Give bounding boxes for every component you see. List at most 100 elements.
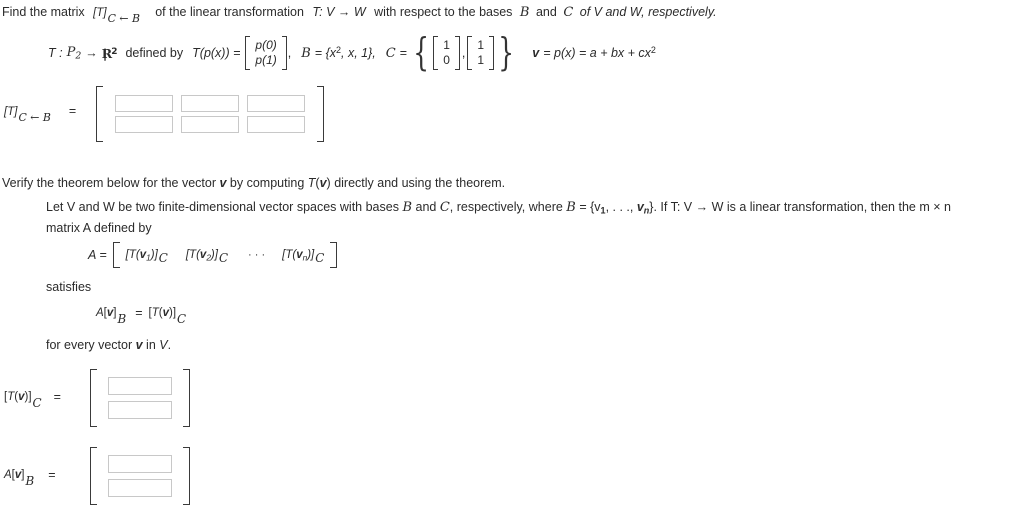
answer-matrix-3	[90, 447, 190, 505]
theorem-set-def: = {v1, . . ., vn}. If T: V → W is a line…	[579, 200, 951, 216]
matrix-row	[103, 398, 177, 422]
bracket-right-icon	[454, 36, 460, 70]
theorem-line-1: Let V and W be two finite-dimensional ve…	[46, 199, 951, 220]
answer3-equals: =	[48, 468, 56, 482]
answer1-cell-1-1[interactable]	[181, 116, 239, 133]
comma-1: ,	[287, 46, 292, 60]
c1-cell-0: 1	[443, 38, 450, 52]
matrix-row	[111, 114, 309, 135]
answer-matrix-1-row: [T]C ← B =	[4, 104, 77, 124]
tp-column-vector: p(0) p(1)	[245, 36, 287, 70]
identity-left-subscript: B	[117, 312, 127, 326]
prompt-text-1: Find the matrix	[2, 5, 85, 19]
answer2-cell-1[interactable]	[108, 401, 172, 419]
matrix-symbol-subscript: C ← B	[107, 12, 141, 25]
theorem-text-a: Let V and W be two finite-dimensional ve…	[46, 200, 399, 214]
bracket-left-icon	[96, 86, 103, 142]
answer-matrix-2	[90, 369, 190, 427]
map-label: T :	[48, 46, 63, 60]
v-definition: = p(x) = a + bx + cx2	[543, 45, 656, 61]
theorem-basis-c: C	[439, 200, 450, 215]
theorem-text-line2: matrix A defined by	[46, 221, 152, 235]
theorem-basis-b-2: B	[566, 200, 576, 215]
bracket-right-icon	[330, 242, 338, 268]
verify-text-a: Verify the theorem below for the vector	[2, 176, 216, 190]
answer2-cell-0[interactable]	[108, 377, 172, 395]
basis-c-label: C	[385, 45, 396, 61]
closing-text: for every vector v in V.	[46, 338, 172, 352]
given-definition-row: T : P2 → R | 2 defined by T(p(x)) = p(0)…	[48, 30, 656, 75]
identity-right: [T(v)]	[148, 307, 177, 319]
matrix-row	[103, 452, 177, 476]
tp-cell-1: p(1)	[255, 53, 277, 67]
prompt-and: and	[535, 5, 557, 19]
verify-tv: T(v)	[307, 176, 331, 190]
answer1-cell-0-1[interactable]	[181, 95, 239, 112]
theorem-identity: A[v] B = [T(v)] C	[96, 306, 186, 326]
formula-col-n: [T(vn)]C	[282, 249, 325, 266]
theorem-closing-line: for every vector v in V.	[46, 337, 171, 354]
t-of-p-label: T(p(x)) =	[192, 46, 241, 60]
formula-col-1: [T(v1)]C	[125, 249, 168, 266]
prompt-text-3: with respect to the bases	[374, 5, 513, 19]
verify-text-b: by computing	[229, 176, 305, 190]
bracket-right-icon	[183, 369, 190, 427]
theorem-line-2: matrix A defined by	[46, 220, 152, 237]
prompt-transform: T: V → W	[312, 5, 366, 19]
formula-dots: · · ·	[248, 249, 266, 261]
answer3-label: A[v]	[4, 469, 25, 481]
v-label: v	[532, 46, 540, 60]
matrix-row	[103, 476, 177, 500]
defined-by-label: defined by	[125, 46, 184, 60]
satisfies-text: satisfies	[46, 280, 92, 294]
identity-right-subscript: C	[177, 312, 187, 326]
problem-prompt: Find the matrix [T]C ← B of the linear t…	[2, 4, 1012, 25]
basis-b-definition: = {x2, x, 1},	[314, 45, 376, 61]
theorem-text-c: and	[415, 200, 437, 214]
answer1-equals: =	[68, 104, 77, 118]
bracket-right-icon	[183, 447, 190, 505]
arrow-symbol: →	[85, 46, 98, 60]
answer-matrix-2-row: [T(v)] C =	[4, 390, 61, 410]
answer2-label: [T(v)]	[4, 391, 32, 403]
answer-matrix-1	[96, 86, 324, 142]
formula-a-brackets: [T(v1)]C [T(v2)]C · · · [T(vn)]C	[112, 242, 338, 268]
identity-left: A[v]	[96, 307, 117, 319]
c1-cell-1: 0	[443, 53, 450, 67]
basis-c-set: { 1 0 , 1 1 }	[409, 30, 518, 75]
formula-a-label: A =	[88, 248, 107, 262]
prompt-basis-c: C	[563, 5, 574, 20]
answer1-cell-0-2[interactable]	[247, 95, 305, 112]
bracket-left-icon	[90, 369, 97, 427]
tp-cell-0: p(0)	[255, 38, 277, 52]
verify-instruction: Verify the theorem below for the vector …	[2, 175, 505, 192]
formula-col-2: [T(v2)]C	[185, 249, 229, 266]
answer2-label-subscript: C	[32, 396, 42, 410]
theorem-basis-b: B	[402, 200, 413, 215]
matrix-symbol: [T]C ← B	[93, 7, 141, 25]
bracket-right-icon	[281, 36, 287, 70]
prompt-text-4: of V and W, respectively.	[579, 5, 717, 19]
bracket-left-icon	[90, 447, 97, 505]
answer3-cell-1[interactable]	[108, 479, 172, 497]
verify-vector-v: v	[219, 176, 227, 190]
brace-left-icon: {	[413, 30, 429, 75]
identity-equals: =	[135, 306, 143, 320]
matrix-row	[111, 93, 309, 114]
basis-c-equals: =	[399, 46, 408, 60]
answer1-cell-1-0[interactable]	[115, 116, 173, 133]
brace-right-icon: }	[498, 30, 515, 75]
answer1-cell-0-0[interactable]	[115, 95, 173, 112]
answer1-label-subscript: C ← B	[18, 110, 51, 124]
answer2-equals: =	[53, 390, 61, 404]
theorem-formula-a: A = [T(v1)]C [T(v2)]C · · · [T(vn)]C	[88, 242, 338, 268]
basis-c-separator: ,	[461, 46, 466, 60]
theorem-text-e: , respectively, where	[449, 200, 563, 214]
bracket-left-icon	[112, 242, 120, 268]
bracket-right-icon	[317, 86, 324, 142]
c2-cell-1: 1	[477, 53, 485, 67]
answer3-label-subscript: B	[25, 474, 35, 488]
answer3-cell-0[interactable]	[108, 455, 172, 473]
answer1-cell-1-2[interactable]	[247, 116, 305, 133]
domain-symbol: P2	[66, 44, 82, 62]
